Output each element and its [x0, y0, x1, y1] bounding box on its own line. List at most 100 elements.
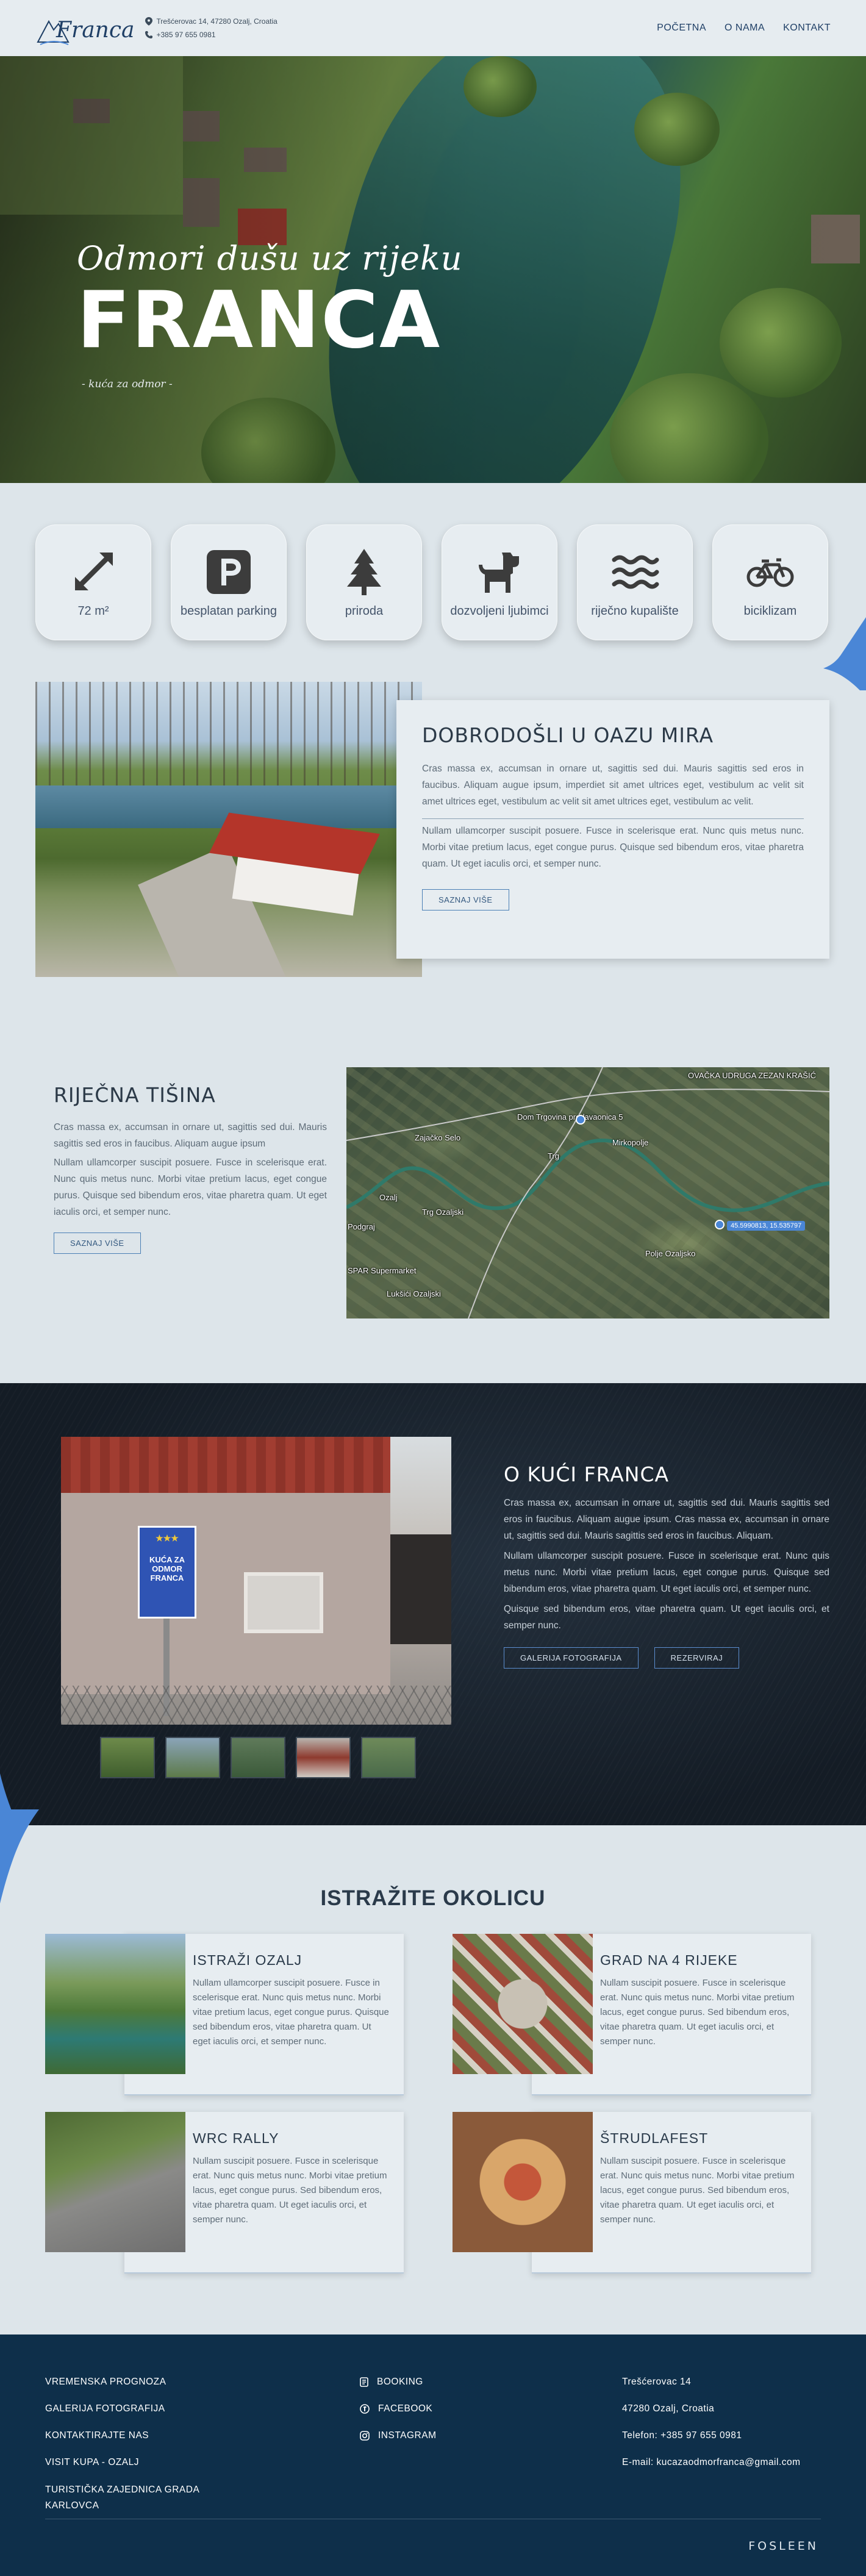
- footer-link-gallery[interactable]: GALERIJA FOTOGRAFIJA: [45, 2395, 228, 2422]
- footer-facebook[interactable]: FACEBOOK: [360, 2395, 437, 2422]
- footer-link-weather[interactable]: VREMENSKA PROGNOZA: [45, 2369, 228, 2395]
- welcome-more-button[interactable]: SAZNAJ VIŠE: [422, 889, 509, 911]
- gallery-thumbnail[interactable]: [296, 1737, 351, 1778]
- card-image-ozalj: [45, 1934, 185, 2074]
- welcome-title: DOBRODOŠLI U OAZU MIRA: [422, 723, 714, 747]
- photo-window: [244, 1572, 323, 1633]
- amenity-cycling: biciklizam: [712, 524, 828, 640]
- welcome-card: DOBRODOŠLI U OAZU MIRA Cras massa ex, ac…: [396, 700, 829, 959]
- river-section: RIJEČNA TIŠINA Cras massa ex, accumsan i…: [0, 999, 866, 1383]
- footer-link-visit-kupa[interactable]: VISIT KUPA - OZALJ: [45, 2449, 228, 2476]
- house-paragraph-3: Quisque sed bibendum eros, vitae pharetr…: [504, 1604, 829, 1631]
- footer-instagram-label: INSTAGRAM: [378, 2430, 437, 2441]
- resize-arrows-icon: [75, 553, 113, 590]
- hero-section: Odmori dušu uz rijeku FRANCA - kuća za o…: [0, 56, 866, 483]
- header-phone[interactable]: +385 97 655 0981: [145, 28, 277, 41]
- card-title: WRC RALLY: [193, 2130, 279, 2146]
- amenity-label: riječno kupalište: [591, 604, 679, 618]
- sign-text: KUĆA ZA ODMOR FRANCA: [149, 1555, 185, 1583]
- explore-card[interactable]: WRC RALLY Nullam suscipit posuere. Fusce…: [45, 2112, 404, 2274]
- hero-title: FRANCA: [77, 275, 442, 366]
- site-footer: VREMENSKA PROGNOZA GALERIJA FOTOGRAFIJA …: [0, 2334, 866, 2576]
- amenity-parking: besplatan parking: [171, 524, 287, 640]
- river-title: RIJEČNA TIŠINA: [54, 1083, 216, 1107]
- card-text: Nullam suscipit posuere. Fusce in sceler…: [600, 2156, 795, 2225]
- amenities-section: 72 m² besplatan parking priroda dozvolje…: [0, 483, 866, 690]
- photo-roof: [61, 1437, 390, 1493]
- card-text: Nullam suscipit posuere. Fusce in sceler…: [600, 1978, 795, 2047]
- card-title: ŠTRUDLAFEST: [600, 2130, 709, 2146]
- explore-cards: ISTRAŽI OZALJ Nullam ullamcorper suscipi…: [45, 1934, 821, 2275]
- hero-script-heading: Odmori dušu uz rijeku: [77, 239, 463, 277]
- gallery-thumbnail[interactable]: [165, 1737, 220, 1778]
- river-more-button[interactable]: SAZNAJ VIŠE: [54, 1233, 141, 1254]
- footer-link-tourist-board[interactable]: TURISTIČKA ZAJEDNICA GRADA KARLOVCA: [45, 2482, 228, 2514]
- footer-link-contact[interactable]: KONTAKTIRAJTE NAS: [45, 2422, 228, 2449]
- gallery-thumbnail[interactable]: [361, 1737, 416, 1778]
- nav-home[interactable]: POČETNA: [657, 23, 706, 34]
- amenity-label: biciklizam: [743, 604, 797, 618]
- amenity-pets: dozvoljeni ljubimci: [442, 524, 557, 640]
- river-paragraph-2: Nullam ullamcorper suscipit posuere. Fus…: [54, 1157, 327, 1217]
- booking-icon: [360, 2377, 368, 2387]
- explore-card[interactable]: ISTRAŽI OZALJ Nullam ullamcorper suscipi…: [45, 1934, 404, 2095]
- map-label: Zajačko Selo: [415, 1133, 461, 1142]
- footer-email-link[interactable]: kucazaodmorfranca@gmail.com: [657, 2457, 801, 2467]
- hero-subtitle: - kuća za odmor -: [82, 378, 173, 390]
- header-contact: Trešćerovac 14, 47280 Ozalj, Croatia +38…: [145, 15, 277, 41]
- photo-wall: [61, 1493, 390, 1694]
- footer-email-label: E-mail:: [622, 2457, 657, 2467]
- footer-booking[interactable]: BOOKING: [360, 2369, 437, 2395]
- gallery-thumbnail[interactable]: [100, 1737, 155, 1778]
- card-image-karlovac: [453, 1934, 593, 2074]
- map-location-pin-icon[interactable]: [715, 1220, 725, 1229]
- tree-icon: [347, 549, 381, 595]
- gallery-button[interactable]: GALERIJA FOTOGRAFIJA: [504, 1647, 639, 1669]
- footer-instagram[interactable]: INSTAGRAM: [360, 2422, 437, 2449]
- site-header: Franca Trešćerovac 14, 47280 Ozalj, Croa…: [0, 0, 866, 56]
- map-location-pin-icon[interactable]: [576, 1115, 585, 1125]
- nav-about[interactable]: O NAMA: [725, 23, 765, 34]
- amenity-label: besplatan parking: [181, 604, 277, 618]
- header-address: Trešćerovac 14, 47280 Ozalj, Croatia: [145, 15, 277, 28]
- parking-icon: [207, 550, 251, 594]
- map-label: OVAČKA UDRUGA ZEZAN KRAŠIĆ: [688, 1071, 816, 1080]
- footer-address-line-2: 47280 Ozalj, Croatia: [622, 2403, 715, 2414]
- nav-contact[interactable]: KONTAKT: [783, 23, 831, 34]
- main-nav: POČETNA O NAMA KONTAKT: [657, 23, 831, 34]
- phone-icon: [145, 31, 153, 38]
- footer-phone[interactable]: Telefon: +385 97 655 0981: [622, 2422, 801, 2449]
- welcome-photo: [35, 682, 422, 977]
- footer-links: VREMENSKA PROGNOZA GALERIJA FOTOGRAFIJA …: [45, 2369, 228, 2514]
- header-phone-text: +385 97 655 0981: [156, 30, 216, 39]
- footer-facebook-label: FACEBOOK: [378, 2403, 433, 2414]
- card-text: Nullam ullamcorper suscipit posuere. Fus…: [193, 1978, 389, 2047]
- designer-signature[interactable]: FOSLEEN: [748, 2539, 818, 2553]
- satellite-map[interactable]: OVAČKA UDRUGA ZEZAN KRAŠIĆ Dom Trgovina …: [346, 1067, 829, 1318]
- footer-email-row: E-mail: kucazaodmorfranca@gmail.com: [622, 2449, 801, 2476]
- map-label: Ozalj: [379, 1193, 398, 1202]
- map-coordinates: 45.5990813, 15.535797: [727, 1221, 806, 1231]
- amenity-label: 72 m²: [77, 604, 109, 618]
- welcome-paragraph-1: Cras massa ex, accumsan in ornare ut, sa…: [422, 764, 804, 807]
- card-image-rally: [45, 2112, 185, 2252]
- house-paragraph-1: Cras massa ex, accumsan in ornare ut, sa…: [504, 1498, 829, 1541]
- reserve-button[interactable]: REZERVIRAJ: [654, 1647, 740, 1669]
- gallery-thumbnail[interactable]: [231, 1737, 285, 1778]
- explore-card[interactable]: GRAD NA 4 RIJEKE Nullam suscipit posuere…: [453, 1934, 811, 2095]
- amenity-label: dozvoljeni ljubimci: [450, 604, 549, 618]
- house-photo[interactable]: ★★★ KUĆA ZA ODMOR FRANCA: [61, 1437, 451, 1725]
- location-pin-icon: [145, 17, 153, 26]
- house-title: O KUĆI FRANCA: [504, 1462, 670, 1486]
- house-section: ★★★ KUĆA ZA ODMOR FRANCA O KUĆI FRANCA C…: [0, 1383, 866, 1825]
- amenity-nature: priroda: [306, 524, 422, 640]
- map-label: Trg: [548, 1151, 560, 1161]
- map-label: Polje Ozaljsko: [645, 1249, 696, 1258]
- map-label: SPAR Supermarket: [348, 1266, 417, 1275]
- explore-card[interactable]: ŠTRUDLAFEST Nullam suscipit posuere. Fus…: [453, 2112, 811, 2274]
- decorative-wave-left: [0, 1809, 39, 1904]
- logo[interactable]: Franca: [35, 7, 134, 49]
- photo-fence: [61, 1686, 451, 1725]
- card-title: GRAD NA 4 RIJEKE: [600, 1952, 738, 1968]
- card-text: Nullam suscipit posuere. Fusce in sceler…: [193, 2156, 387, 2225]
